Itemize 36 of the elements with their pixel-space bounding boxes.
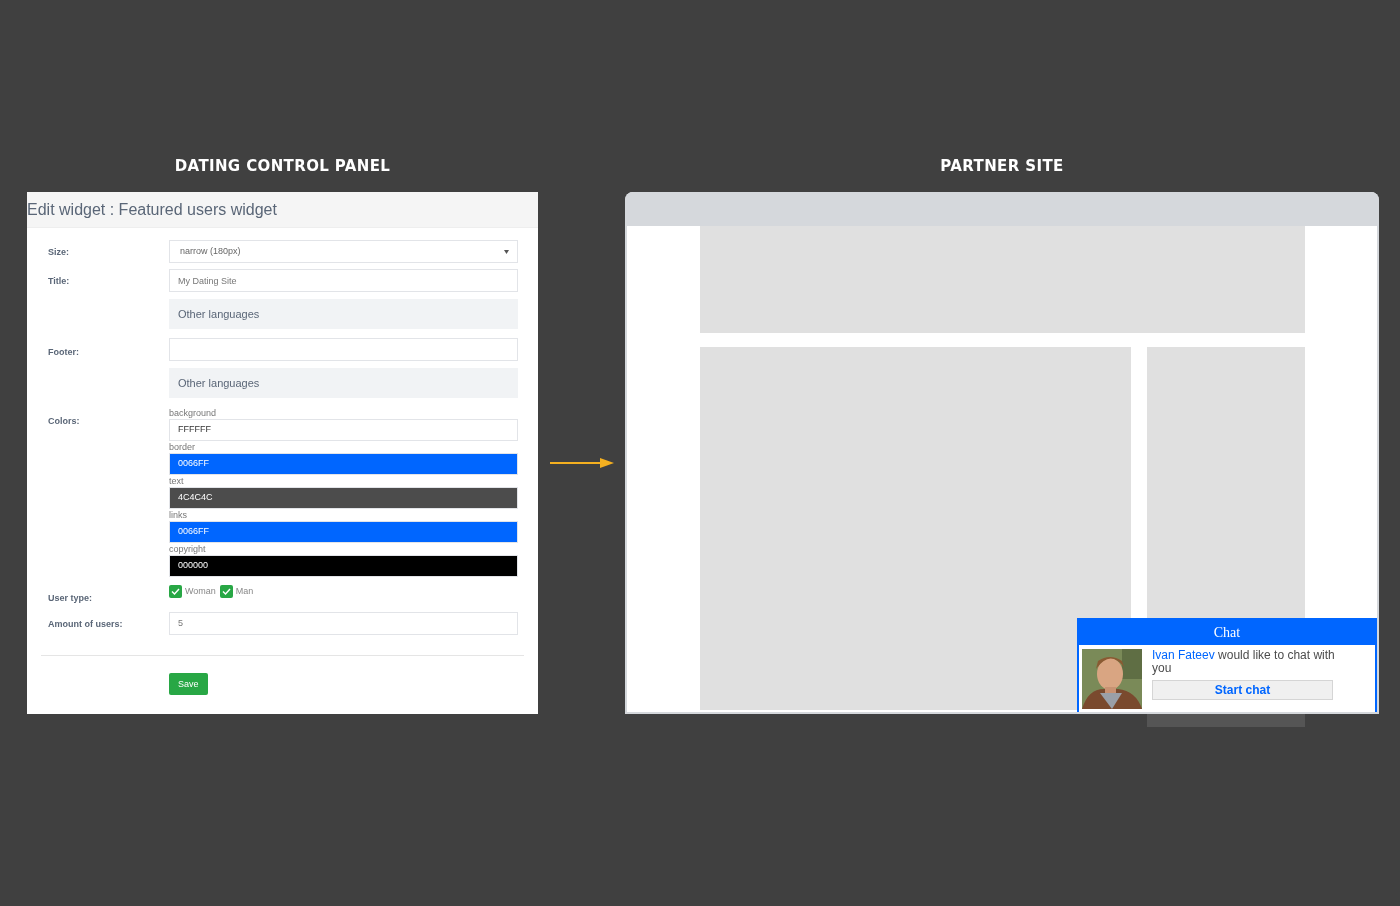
chat-title: Chat xyxy=(1079,620,1375,645)
color-field[interactable]: 0066FF xyxy=(169,521,518,543)
save-button[interactable]: Save xyxy=(169,673,208,696)
color-label: links xyxy=(169,509,188,521)
color-label: text xyxy=(169,475,185,487)
color-label: border xyxy=(169,441,196,453)
color-field[interactable]: FFFFFF xyxy=(169,419,518,441)
color-field[interactable]: 0066FF xyxy=(169,453,518,475)
checkbox[interactable] xyxy=(219,585,233,599)
other-languages-button[interactable]: Other languages xyxy=(169,368,518,398)
field-label: Footer: xyxy=(48,346,80,359)
amount-field[interactable]: 5 xyxy=(169,611,518,635)
size-dropdown[interactable]: narrow (180px) xyxy=(169,240,518,263)
start-chat-button[interactable]: Start chat xyxy=(1152,680,1333,700)
footer-field[interactable] xyxy=(169,338,518,361)
field-label: Colors: xyxy=(48,415,81,428)
panel-caption: DATING CONTROL PANEL xyxy=(174,156,391,177)
panel-title: Edit widget : Featured users widget xyxy=(27,199,277,220)
other-languages-button[interactable]: Other languages xyxy=(169,299,518,329)
checkbox-label: Man xyxy=(235,585,254,598)
caret-icon xyxy=(504,249,509,254)
color-field[interactable]: 4C4C4C xyxy=(169,487,518,509)
site-caption: PARTNER SITE xyxy=(940,156,1064,177)
user-link[interactable]: Ivan Fateev xyxy=(1152,648,1215,662)
color-field[interactable]: 000000 xyxy=(169,555,518,577)
checkbox[interactable] xyxy=(169,585,182,599)
color-label: copyright xyxy=(169,543,207,555)
checkbox-label: Woman xyxy=(185,585,216,598)
title-field[interactable]: My Dating Site xyxy=(169,269,518,292)
field-label: Size: xyxy=(48,246,70,259)
field-label: User type: xyxy=(48,592,93,605)
color-label: background xyxy=(169,407,218,419)
field-label: Amount of users: xyxy=(48,617,124,631)
field-label: Title: xyxy=(48,275,71,288)
arrow-icon xyxy=(549,457,614,469)
chat-message: Ivan Fateev would like to chat with you xyxy=(1152,649,1336,675)
